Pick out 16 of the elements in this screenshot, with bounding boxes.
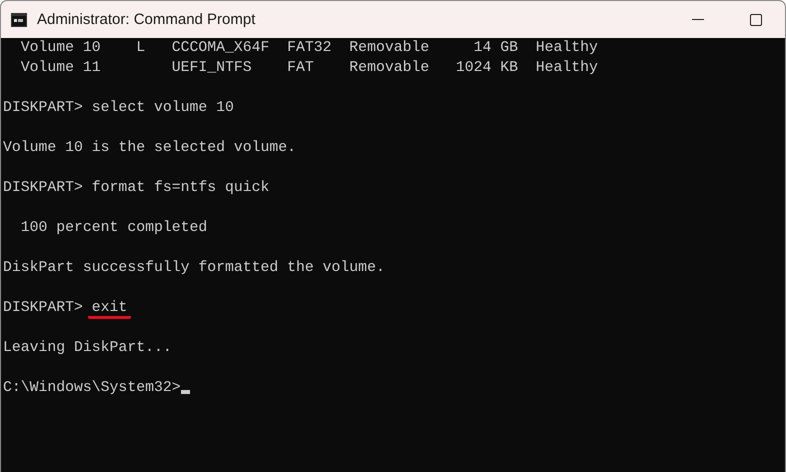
window-title: Administrator: Command Prompt bbox=[37, 11, 256, 28]
output-line: Volume 10 L CCCOMA_X64F FAT32 Removable 14 GB Healthy bbox=[20, 40, 598, 56]
output-line: 100 percent completed bbox=[20, 220, 208, 236]
console-icon bbox=[11, 12, 27, 26]
prompt-text: C:\Windows\System32> bbox=[3, 380, 181, 396]
command-text: exit bbox=[88, 301, 132, 319]
maximize-icon[interactable] bbox=[750, 14, 762, 26]
output-line: Leaving DiskPart... bbox=[3, 340, 172, 356]
command-text: format fs=ntfs quick bbox=[92, 179, 270, 198]
command-text: select volume 10 bbox=[92, 99, 234, 118]
output-line: Volume 11 UEFI_NTFS FAT Removable 1024 KB Healthy bbox=[20, 60, 598, 76]
prompt-text: DISKPART> bbox=[3, 180, 84, 196]
output-line: DiskPart successfully formatted the volume. bbox=[3, 260, 385, 276]
prompt-text: DISKPART> bbox=[3, 300, 84, 316]
prompt-text: DISKPART> bbox=[3, 100, 84, 116]
output-line: Volume 10 is the selected volume. bbox=[3, 140, 296, 156]
